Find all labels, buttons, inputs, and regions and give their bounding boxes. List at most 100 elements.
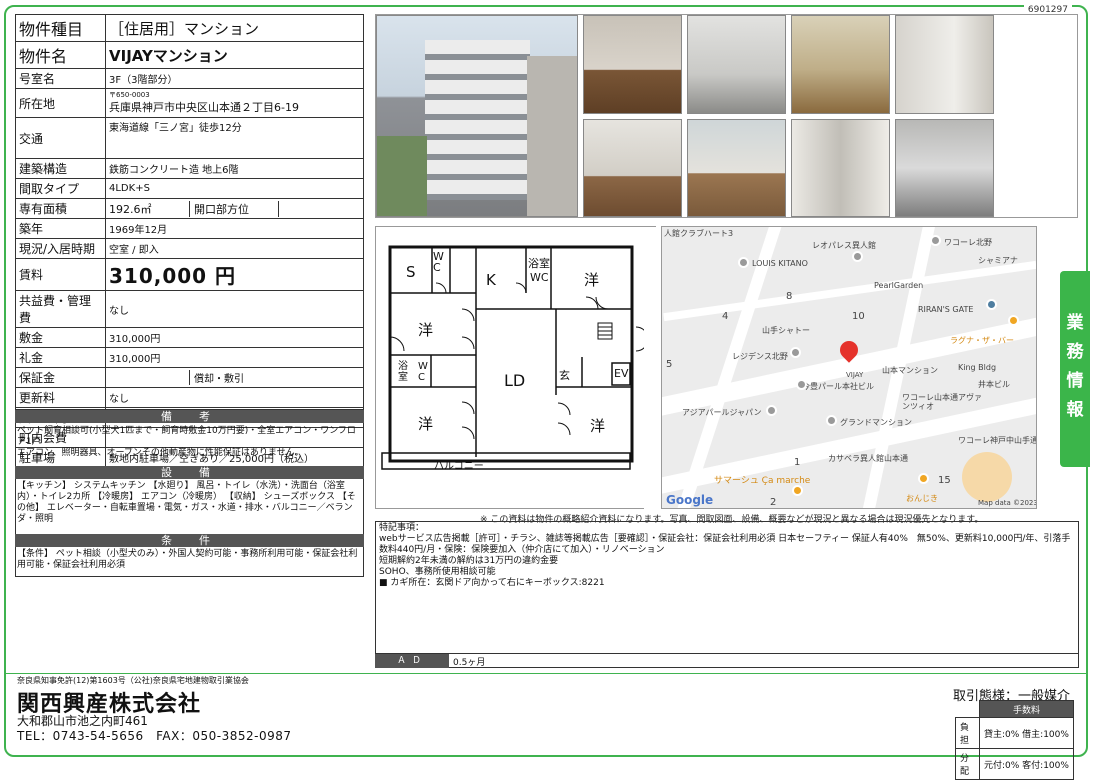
remarks-line: webサービス広告掲載［許可］・チラシ、雑誌等掲載広告［要確認］・保証会社：保証… xyxy=(379,534,1071,555)
room-label: 号室名 xyxy=(15,68,106,89)
address-value: 兵庫県神戸市中央区山本通２丁目6-19 xyxy=(109,101,299,114)
room-value: 3F（3階部分） xyxy=(105,68,364,89)
room-label: 浴室 xyxy=(398,361,408,383)
ad-value: 0.5ヶ月 xyxy=(453,658,486,668)
toilet-photo[interactable] xyxy=(895,15,994,114)
location-map[interactable]: 人館クラブハート3 レオパレス異人館 ワコーレ北野 LOUIS KITANO シ… xyxy=(661,226,1037,509)
map-label: ワコーレ北野 xyxy=(944,238,992,247)
map-label: 今豊パール本社ビル xyxy=(802,382,874,391)
closet-photo[interactable] xyxy=(791,119,890,217)
renewal-value: なし xyxy=(105,387,364,408)
guarantee-cell: 償却・敷引 xyxy=(105,367,364,388)
remarks-line: 短期解約2年未満の解約は31万円の違約金要 xyxy=(379,556,559,566)
room-label: 洋 xyxy=(418,415,434,433)
common-value: なし xyxy=(105,290,364,328)
map-label: 井本ビル xyxy=(978,380,1010,389)
map-place-icon xyxy=(796,379,807,390)
room-label: K xyxy=(486,271,496,289)
room-label: W C xyxy=(433,250,444,274)
direction-label: 開口部方位 xyxy=(189,200,279,217)
fee-row-label: 分配 xyxy=(955,748,980,780)
map-restaurant-icon xyxy=(918,473,929,484)
renewal-label: 更新料 xyxy=(15,387,106,408)
key-money-value: 310,000円 xyxy=(105,347,364,368)
room-label: 玄 xyxy=(559,369,570,382)
transport-value: 東海道線「三ノ宮」徒歩12分 xyxy=(105,117,364,159)
side-tab-char: 業 xyxy=(1066,313,1084,333)
side-tab-char: 報 xyxy=(1066,400,1084,420)
building-exterior-photo[interactable] xyxy=(376,15,578,217)
status-value: 空室 / 即入 xyxy=(105,238,364,259)
floor-plan: S W C K 浴室 WC 洋 洋 浴室 W C LD 玄 EV 洋 洋 バルコ… xyxy=(375,226,657,510)
room-label: LD xyxy=(504,371,526,390)
map-label: 5 xyxy=(666,359,673,370)
side-tab-char: 務 xyxy=(1066,342,1084,362)
map-label: 4 xyxy=(722,311,729,322)
room-label: 洋 xyxy=(584,271,600,289)
rent-value: 310,000 円 xyxy=(105,258,364,291)
type-label: 物件種目 xyxy=(15,14,106,42)
map-label: 15 xyxy=(938,475,951,486)
footer-divider xyxy=(4,673,1088,674)
map-place-icon xyxy=(766,405,777,416)
deposit-label: 敷金 xyxy=(15,327,106,348)
setsubi-text: 【キッチン】 システムキッチン 【水廻り】 風呂・トイレ（水洗）・洗面台（浴室内… xyxy=(17,481,356,524)
map-label: King Bldg xyxy=(958,363,997,372)
bedroom-photo[interactable] xyxy=(583,119,682,217)
room-label: S xyxy=(406,263,416,281)
structure-label: 建築構造 xyxy=(15,158,106,179)
deposit-value: 310,000円 xyxy=(105,327,364,348)
map-label: 8 xyxy=(786,291,793,302)
map-label: VIJAY xyxy=(846,371,864,379)
area-cell: 192.6㎡ 開口部方位 xyxy=(105,198,364,219)
map-label: RIRAN'S GATE xyxy=(918,305,974,314)
setsubi-header: 設 備 xyxy=(15,466,364,479)
map-restaurant-icon xyxy=(792,485,803,496)
room-label: WC xyxy=(530,271,549,284)
map-label: 人館クラブハート3 xyxy=(664,229,734,238)
map-label: ワコーレ山本通アヴァンツィオ xyxy=(902,393,982,411)
address-cell: 〒650-0003 兵庫県神戸市中央区山本通２丁目6-19 xyxy=(105,88,364,118)
map-label: 1 xyxy=(794,457,801,468)
layout-value: 4LDK+S xyxy=(105,178,364,199)
bikou-header: 備 考 xyxy=(15,410,364,423)
map-label: おんじき xyxy=(906,494,938,503)
bathroom-photo[interactable] xyxy=(895,119,994,217)
map-label: LOUIS KITANO xyxy=(752,259,808,268)
map-place-icon xyxy=(738,257,749,268)
map-place-icon xyxy=(930,235,941,246)
dining-photo[interactable] xyxy=(791,15,890,114)
ad-row: ＡＤ 0.5ヶ月 xyxy=(375,653,1079,668)
map-label: レジデンス北野 xyxy=(732,352,788,361)
map-label: 2 xyxy=(770,497,777,508)
fee-row-label: 負担 xyxy=(955,717,980,749)
map-place-icon xyxy=(986,299,997,310)
map-place-icon xyxy=(826,415,837,426)
room-label: 洋 xyxy=(418,321,434,339)
common-label: 共益費・管理費 xyxy=(15,290,106,328)
remarks-line: SOHO、事務所使用相談可能 xyxy=(379,567,496,577)
side-tab[interactable]: 業 務 情 報 xyxy=(1060,271,1090,467)
room-label: 浴室 xyxy=(528,257,550,270)
map-label: カサベラ異人館山本通 xyxy=(828,454,908,463)
map-label: ラグナ・ザ・バー xyxy=(950,336,1014,345)
joken-header: 条 件 xyxy=(15,534,364,547)
western-room-photo[interactable] xyxy=(687,119,786,217)
name-label: 物件名 xyxy=(15,41,106,69)
map-label: レオパレス異人館 xyxy=(812,241,876,250)
fee-row-value: 元付:0% 客付:100% xyxy=(979,748,1074,780)
room-label: 洋 xyxy=(590,417,606,435)
room-label: バルコニー xyxy=(434,461,484,472)
fee-table: 手数料 負担 貸主:0% 借主:100% 分配 元付:0% 客付:100% xyxy=(955,700,1074,780)
living-room-photo[interactable] xyxy=(583,15,682,114)
kitchen-photo[interactable] xyxy=(687,15,786,114)
company-phone: TEL：0743-54-5656 FAX：050-3852-0987 xyxy=(17,729,292,743)
property-table: 物件種目 ［住居用］マンション 物件名 VIJAYマンション 号室名 3F（3階部分）… xyxy=(15,14,364,468)
fee-row-value: 貸主:0% 借主:100% xyxy=(979,717,1074,749)
name-value: VIJAYマンション xyxy=(105,41,364,69)
map-label: 山本マンション xyxy=(882,366,938,375)
transport-label: 交通 xyxy=(15,117,106,159)
built-label: 築年 xyxy=(15,218,106,239)
remarks-title: 特記事項： xyxy=(379,523,425,533)
postal-code: 〒650-0003 xyxy=(109,91,150,99)
